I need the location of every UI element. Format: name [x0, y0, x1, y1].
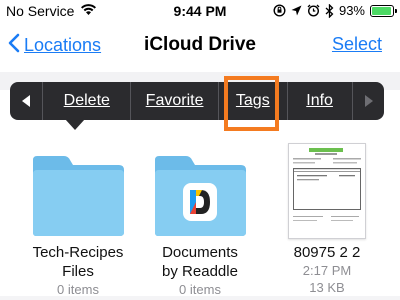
location-icon	[291, 5, 302, 16]
file-name: Tech-Recipes	[32, 244, 124, 261]
menu-next-button[interactable]	[351, 82, 384, 120]
list-item[interactable]: Documents by Readdle 0 items	[132, 243, 268, 298]
menu-item-delete[interactable]: Delete	[42, 82, 130, 120]
file-name-line2: Files	[62, 263, 94, 280]
status-bar: No Service 9:44 PM 93%	[0, 0, 400, 24]
alarm-icon	[307, 4, 320, 17]
context-menu: Delete Favorite Tags Info	[10, 82, 384, 120]
select-button[interactable]: Select	[332, 34, 382, 55]
bluetooth-icon	[325, 3, 334, 18]
file-meta: 2:17 PM	[302, 263, 352, 278]
file-name: 80975 2 2	[293, 244, 361, 261]
battery-icon	[370, 4, 397, 17]
file-name: Documents	[162, 244, 238, 261]
battery-percent: 93%	[338, 3, 365, 18]
documents-app-folder-icon[interactable]	[152, 156, 248, 241]
tags-highlight-box	[224, 76, 279, 131]
screen-rotation-lock-icon	[273, 4, 286, 17]
document-thumbnail[interactable]	[288, 143, 366, 239]
file-name-line2: by Readdle	[162, 263, 238, 280]
triangle-left-icon	[21, 95, 30, 107]
context-menu-pointer	[65, 119, 85, 130]
list-item[interactable]: Tech-Recipes Files 0 items	[10, 243, 146, 298]
status-right: 93%	[273, 3, 397, 18]
bottom-divider	[0, 296, 400, 300]
list-item[interactable]: 80975 2 2 2:17 PM 13 KB	[262, 243, 392, 296]
navigation-bar: Locations iCloud Drive Select	[0, 24, 400, 68]
menu-previous-button[interactable]	[10, 82, 42, 120]
battery-level	[372, 6, 391, 15]
file-size: 13 KB	[309, 280, 345, 295]
triangle-right-icon	[364, 95, 373, 107]
menu-item-info[interactable]: Info	[286, 82, 352, 120]
folder-icon[interactable]	[30, 156, 126, 241]
menu-item-favorite[interactable]: Favorite	[130, 82, 218, 120]
